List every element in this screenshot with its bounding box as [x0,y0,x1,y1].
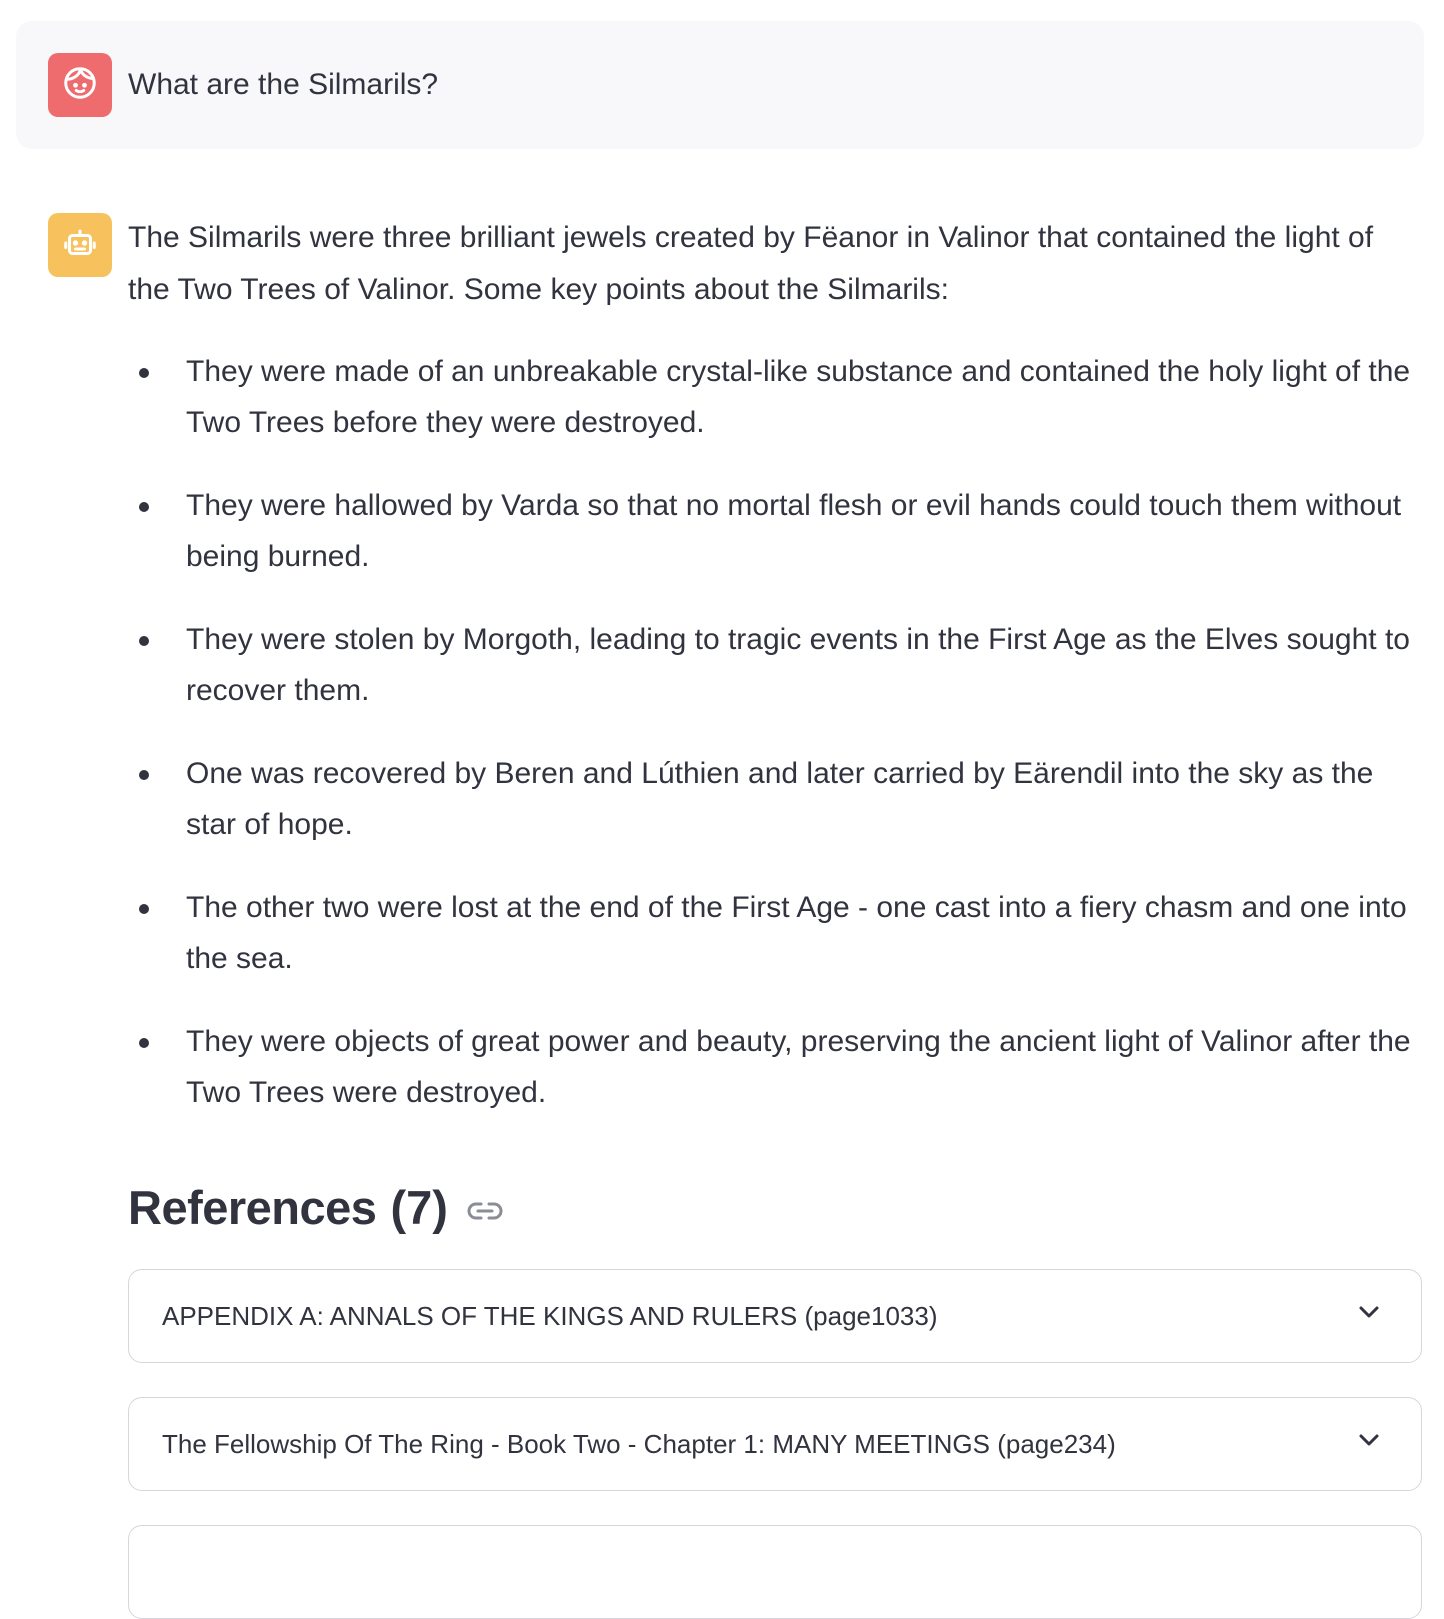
references-heading: References (7) [128,1176,504,1240]
bullet-dot [139,904,149,914]
user-face-icon [62,65,98,106]
robot-icon [62,225,98,266]
list-item-text: They were stolen by Morgoth, leading to … [186,623,1410,707]
assistant-message: The Silmarils were three brilliant jewel… [128,212,1424,1150]
bullet-dot [139,636,149,646]
user-message: What are the Silmarils? [16,21,1424,149]
references-count: (7) [390,1181,448,1234]
list-item: They were made of an unbreakable crystal… [128,346,1424,448]
list-item-text: One was recovered by Beren and Lúthien a… [186,757,1374,841]
user-avatar [48,53,112,117]
chevron-down-icon[interactable] [1357,1432,1381,1453]
link-icon[interactable] [466,1199,504,1223]
reference-expander[interactable] [128,1525,1422,1619]
reference-label: APPENDIX A: ANNALS OF THE KINGS AND RULE… [162,1301,938,1331]
list-item-text: They were objects of great power and bea… [186,1025,1411,1109]
list-item: They were stolen by Morgoth, leading to … [128,614,1424,716]
user-message-text: What are the Silmarils? [128,68,439,101]
assistant-avatar [48,213,112,277]
reference-expander[interactable]: The Fellowship Of The Ring - Book Two - … [128,1397,1422,1491]
list-item-text: The other two were lost at the end of th… [186,891,1407,975]
reference-label: The Fellowship Of The Ring - Book Two - … [162,1429,1116,1459]
bullet-dot [139,502,149,512]
chevron-down-icon[interactable] [1357,1304,1381,1325]
bullet-dot [139,368,149,378]
bullet-dot [139,1038,149,1048]
list-item-text: They were hallowed by Varda so that no m… [186,489,1402,573]
references-title: References [128,1181,377,1234]
bullet-dot [139,770,149,780]
list-item: They were objects of great power and bea… [128,1016,1424,1118]
bullet-list: They were made of an unbreakable crystal… [128,346,1424,1118]
list-item-text: They were made of an unbreakable crystal… [186,355,1411,439]
list-item: One was recovered by Beren and Lúthien a… [128,748,1424,850]
assistant-intro: The Silmarils were three brilliant jewel… [128,221,1374,306]
list-item: The other two were lost at the end of th… [128,882,1424,984]
reference-expander[interactable]: APPENDIX A: ANNALS OF THE KINGS AND RULE… [128,1269,1422,1363]
list-item: They were hallowed by Varda so that no m… [128,480,1424,582]
